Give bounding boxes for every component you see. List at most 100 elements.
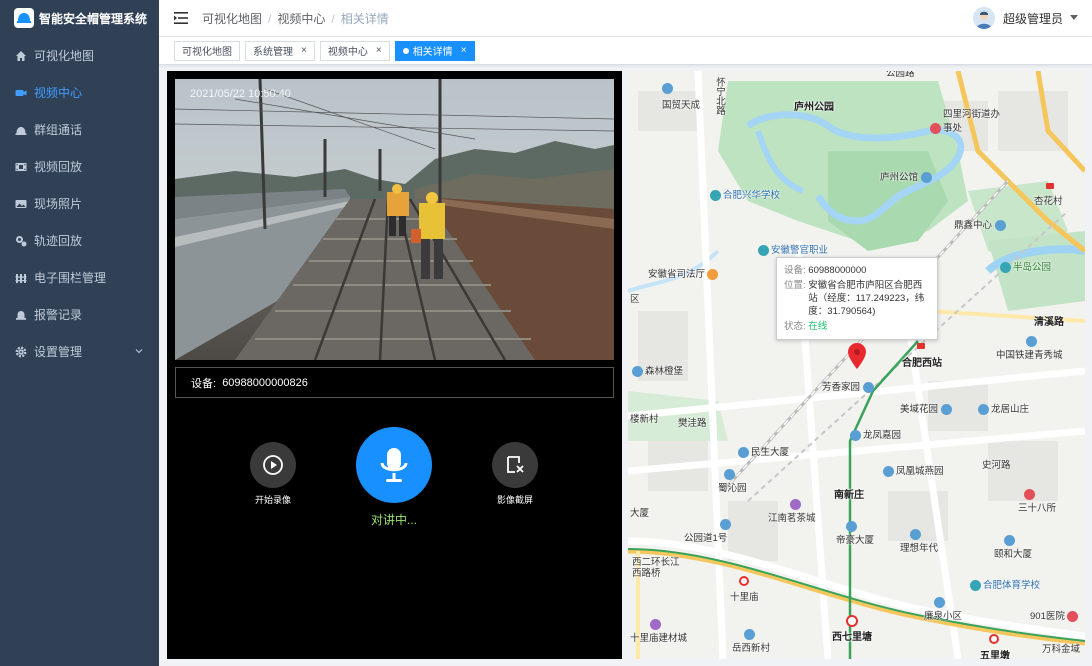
brand[interactable]: 智能安全帽管理系统 [0, 0, 159, 36]
map-poi [662, 83, 675, 94]
sidebar-item-playback[interactable]: 视频回放 [0, 148, 159, 185]
map-poi: 半岛公园 [1000, 259, 1051, 273]
sidebar-item-alarm[interactable]: 报警记录 [0, 296, 159, 333]
breadcrumb-item-video[interactable]: 视频中心 [277, 12, 325, 26]
app-title: 智能安全帽管理系统 [39, 11, 148, 26]
railway-scene-image [175, 79, 614, 360]
school-icon [970, 579, 981, 591]
school-icon [710, 189, 721, 201]
map-poi: 颐和大厦 [994, 535, 1032, 560]
map-road-label: 史河路 [982, 460, 1011, 471]
sidebar-item-label: 视频中心 [34, 86, 83, 100]
location-pin-icon [934, 597, 945, 608]
map-poi: 中国铁建青秀城 [996, 336, 1063, 361]
map-label: 杏花村 [1034, 196, 1063, 207]
screenshot-label: 影像截屏 [496, 495, 533, 505]
sidebar: 智能安全帽管理系统 可视化地图 视频中心 群组通话 视频回放 现场照片 轨迹回放 [0, 0, 159, 666]
sidebar-item-photos[interactable]: 现场照片 [0, 185, 159, 222]
fence-icon [15, 272, 27, 284]
tag-system[interactable]: 系统管理 × [245, 40, 315, 61]
chevron-down-icon [135, 349, 143, 354]
video-icon [15, 87, 27, 99]
map-poi: 江南茗茶城 [768, 499, 816, 524]
map-poi: 芳香家园 [822, 379, 876, 393]
location-pin-icon [850, 429, 861, 441]
video-stream[interactable]: 2021/05/22 10:50:40 [175, 79, 614, 360]
device-label: 设备: [191, 377, 217, 390]
avatar [972, 7, 995, 29]
map-poi: 龙凤嘉园 [850, 427, 901, 441]
active-dot [402, 47, 409, 54]
location-pin-icon [921, 171, 933, 183]
hospital-icon [1066, 610, 1078, 622]
tag-label: 视频中心 [327, 47, 368, 58]
sidebar-item-group-call[interactable]: 群组通话 [0, 111, 159, 148]
map-poi: 廉泉小区 [924, 597, 962, 622]
tag-label: 相关详情 [412, 47, 453, 58]
map-label: 庐州公园 [794, 102, 834, 113]
gear-icon [15, 346, 27, 358]
map-marker-icon[interactable] [847, 342, 867, 370]
map-label: 国贸天成 [662, 100, 701, 111]
breadcrumb-item-map[interactable]: 可视化地图 [202, 12, 262, 26]
sidebar-item-settings[interactable]: 设置管理 [0, 333, 159, 370]
map-poi: 合肥兴华学校 [710, 187, 780, 201]
track-icon [15, 235, 27, 247]
close-icon[interactable]: × [461, 45, 467, 56]
sidebar-item-video[interactable]: 视频中心 [0, 74, 159, 111]
map-poi: 鼎鑫中心 [954, 217, 1008, 231]
map-poi: 庐州公馆 [880, 169, 934, 183]
record-label: 开始录像 [254, 495, 291, 505]
talk-status: 对讲中... [370, 513, 417, 527]
map-poi: 四里河街道办事处 [930, 106, 1003, 134]
sidebar-item-label: 设置管理 [34, 345, 83, 359]
sidebar-item-fence[interactable]: 电子围栏管理 [0, 259, 159, 296]
close-icon[interactable]: × [301, 45, 307, 56]
tag-detail[interactable]: 相关详情 × [394, 40, 475, 61]
group-icon [15, 124, 27, 136]
map-poi: 合肥体育学校 [970, 577, 1040, 591]
location-pin-icon [720, 519, 731, 530]
film-icon [15, 161, 27, 173]
popup-location-row: 位置: 安徽省合肥市庐阳区合肥西站（经度：117.249223，纬度：31.79… [784, 279, 930, 318]
user-menu[interactable]: 超级管理员 [972, 7, 1078, 29]
map-poi: 岳西新村 [732, 629, 770, 654]
device-info: 设备: 60988000000826 [175, 367, 614, 398]
home-icon [15, 50, 27, 62]
map-poi: 龙居山庄 [978, 401, 1029, 415]
tag-label: 系统管理 [253, 47, 293, 58]
sidebar-item-track[interactable]: 轨迹回放 [0, 222, 159, 259]
sidebar-item-label: 电子围栏管理 [34, 271, 107, 285]
top-navbar: 可视化地图 / 视频中心 / 相关详情 超级管理员 [159, 0, 1092, 37]
map-label: 万科金域 [1042, 644, 1081, 655]
location-pin-icon [995, 219, 1007, 231]
map-poi: 公园道1号 [684, 519, 733, 544]
screenshot-button[interactable] [492, 442, 538, 488]
talk-button[interactable] [356, 427, 432, 503]
popup-status-value: 在线 [808, 321, 828, 332]
sidebar-item-label: 轨迹回放 [34, 234, 83, 248]
video-timestamp: 2021/05/22 10:50:40 [190, 88, 291, 100]
screenshot-icon [507, 456, 524, 473]
alarm-icon [15, 309, 27, 321]
tag-video[interactable]: 视频中心 × [319, 40, 390, 61]
map-view[interactable]: 公园路 国贸天成 怀宁北路 庐州公园 四里河街道办事处 合肥兴华学校 庐州公馆 … [628, 71, 1085, 659]
sidebar-item-map[interactable]: 可视化地图 [0, 37, 159, 74]
popup-status-row: 状态: 在线 [784, 321, 828, 332]
map-label: 合肥西站 [902, 358, 942, 369]
hamburger-icon[interactable] [174, 12, 188, 24]
location-pin-icon [941, 403, 953, 415]
location-pin-icon [846, 521, 857, 532]
school-icon [758, 244, 769, 256]
record-button[interactable] [250, 442, 296, 488]
tag-map[interactable]: 可视化地图 [174, 40, 240, 61]
map-road-label: 清溪路 [1034, 317, 1064, 328]
helmet-logo-icon [14, 8, 34, 28]
map-road-label: 樊洼路 [678, 418, 707, 429]
location-pin-icon [1026, 336, 1037, 347]
close-icon[interactable]: × [376, 45, 382, 56]
map-label: 大厦 [630, 508, 650, 519]
map-poi: 帝豪大厦 [836, 521, 874, 546]
sidebar-item-label: 现场照片 [34, 197, 83, 211]
map-label: 楼新村 [630, 414, 659, 425]
